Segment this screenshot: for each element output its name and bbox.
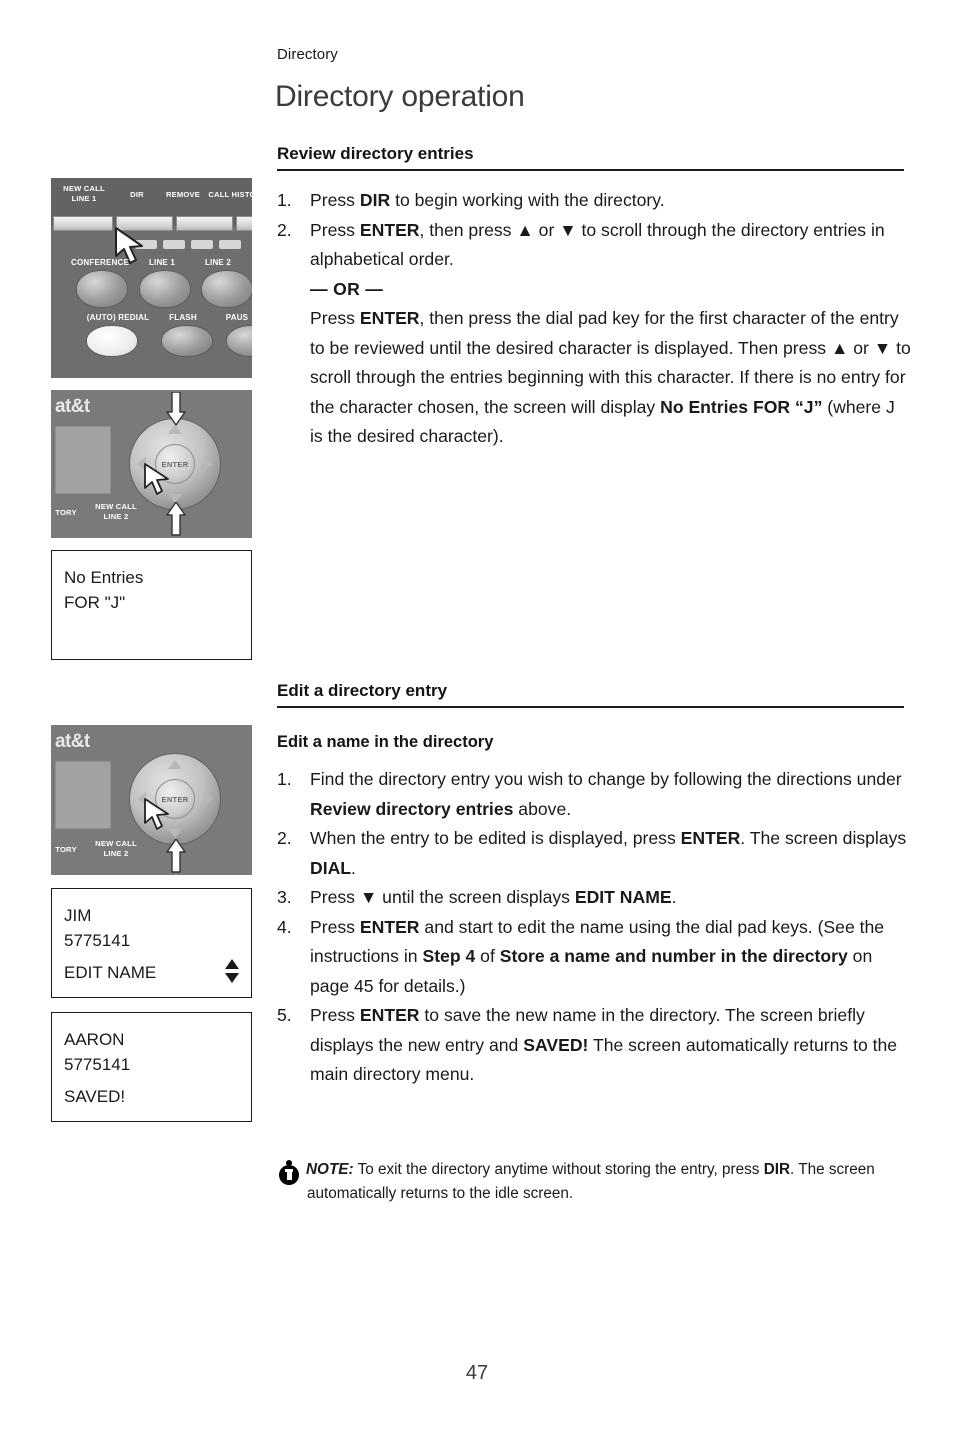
list-item: 2.When the entry to be edited is display… <box>277 824 912 883</box>
nav-up-arrow-icon-2 <box>168 760 182 769</box>
screen-line-1: No Entries <box>64 565 239 590</box>
note-label: NOTE: <box>306 1161 354 1178</box>
softkey-call-history <box>236 216 252 231</box>
note-text: NOTE: To exit the directory anytime with… <box>277 1158 907 1206</box>
screen-bottom-row: EDIT NAME <box>64 959 239 985</box>
screen-line-3: SAVED! <box>64 1084 125 1109</box>
list-item: 1.Find the directory entry you wish to c… <box>277 765 912 824</box>
page-title: Directory operation <box>275 80 525 114</box>
section-heading-edit: Edit a directory entry <box>277 681 904 708</box>
button-pause <box>226 325 252 357</box>
up-down-arrow-icon <box>225 959 239 985</box>
or-alternative-text: Press ENTER, then press the dial pad key… <box>310 304 912 452</box>
note-block: NOTE: To exit the directory anytime with… <box>277 1158 907 1206</box>
list-item-number: 4. <box>277 913 303 943</box>
page-number: 47 <box>0 1362 954 1385</box>
list-item-text: Press ENTER, then press ▲ or ▼ to scroll… <box>310 216 912 275</box>
list-item-text: Find the directory entry you wish to cha… <box>310 765 912 824</box>
screen-saved: AARON 5775141 SAVED! <box>51 1012 252 1122</box>
screen-line-1: AARON <box>64 1027 239 1052</box>
screen-line-2: FOR "J" <box>64 590 239 615</box>
list-item-number: 2. <box>277 824 303 854</box>
button-line1 <box>139 270 191 308</box>
keypad-tab-4 <box>219 240 241 249</box>
list-item: 2.Press ENTER, then press ▲ or ▼ to scro… <box>277 216 912 452</box>
keypad-tab-3 <box>191 240 213 249</box>
list-item-text: Press ENTER to save the new name in the … <box>310 1001 912 1090</box>
keypad-top-label: NEW CALLLINE 1 <box>55 184 113 203</box>
keypad-top-label: REMOVE <box>159 190 207 200</box>
keypad-top-label: DIR <box>117 190 157 200</box>
button-flash <box>161 325 213 357</box>
navpad-label-directory: TORY <box>51 508 83 518</box>
softkey-remove <box>176 216 233 231</box>
brand-logo-att-2: at&t <box>55 731 90 753</box>
screen-line-2: 5775141 <box>64 1052 239 1077</box>
button-auto-redial <box>86 325 138 357</box>
phone-lcd-area <box>55 426 111 494</box>
navpad-label-new-call-line2-2: NEW CALLLINE 2 <box>87 839 145 858</box>
screen-line-1: JIM <box>64 903 239 928</box>
figure-keypad-dir-button: NEW CALLLINE 1 DIRREMOVECALL HISTO CONFERE… <box>51 178 252 378</box>
keypad-tab-2 <box>163 240 185 249</box>
list-item-number: 5. <box>277 1001 303 1031</box>
nav-up-arrow-icon <box>168 425 182 434</box>
brand-logo-att: at&t <box>55 396 90 418</box>
list-item: 4.Press ENTER and start to edit the name… <box>277 913 912 1002</box>
list-item-number: 3. <box>277 883 303 913</box>
sub-heading-edit-name: Edit a name in the directory <box>277 733 493 752</box>
screen-line-2: 5775141 <box>64 928 239 953</box>
figure-navpad-enter-edit: at&t ENTER TORY NEW CALLLINE 2 <box>51 725 252 875</box>
nav-right-arrow-icon <box>204 457 213 471</box>
figure-navpad-enter-scroll: at&t ENTER TORY NEW CALLLINE 2 <box>51 390 252 538</box>
review-steps-list: 1.Press DIR to begin working with the di… <box>277 186 912 452</box>
screen-line-3: EDIT NAME <box>64 960 156 985</box>
list-item-number: 1. <box>277 186 303 216</box>
list-item-number: 1. <box>277 765 303 795</box>
nav-right-arrow-icon-2 <box>204 792 213 806</box>
callout-arrow-up <box>166 502 186 536</box>
list-item-text: When the entry to be edited is displayed… <box>310 824 912 883</box>
running-head: Directory <box>277 46 338 63</box>
list-item: 5.Press ENTER to save the new name in th… <box>277 1001 912 1090</box>
callout-arrow-down <box>166 392 186 426</box>
callout-arrow-up-2 <box>166 839 186 873</box>
list-item-number: 2. <box>277 216 303 246</box>
list-item-text: Press ENTER and start to edit the name u… <box>310 913 912 1002</box>
screen-edit-name: JIM 5775141 EDIT NAME <box>51 888 252 998</box>
keypad-button-label: FLASH <box>161 313 205 322</box>
screen-bottom-row: SAVED! <box>64 1084 239 1109</box>
navpad-label-directory-2: TORY <box>51 845 83 855</box>
screen-no-entries: No Entries FOR "J" <box>51 550 252 660</box>
or-separator: — OR — <box>310 275 912 305</box>
button-conference <box>76 270 128 308</box>
list-item-text: Press ▼ until the screen displays EDIT N… <box>310 883 912 913</box>
list-item: 3.Press ▼ until the screen displays EDIT… <box>277 883 912 913</box>
keypad-top-label: CALL HISTO <box>206 190 252 200</box>
info-icon <box>277 1160 301 1184</box>
navpad-label-new-call-line2: NEW CALLLINE 2 <box>87 502 145 521</box>
keypad-button-label: LINE 2 <box>195 258 241 267</box>
keypad-button-label: LINE 1 <box>139 258 185 267</box>
keypad-button-label: CONFERENCE <box>69 258 131 267</box>
list-item-text: Press DIR to begin working with the dire… <box>310 186 912 216</box>
keypad-button-label: (AUTO) REDIAL <box>83 313 153 322</box>
edit-steps-list: 1.Find the directory entry you wish to c… <box>277 765 912 1090</box>
button-line2 <box>201 270 252 308</box>
section-heading-review: Review directory entries <box>277 144 904 171</box>
list-item: 1.Press DIR to begin working with the di… <box>277 186 912 216</box>
keypad-button-label: PAUS <box>219 313 252 322</box>
phone-lcd-area-2 <box>55 761 111 829</box>
softkey-new-call-line1 <box>53 216 113 231</box>
